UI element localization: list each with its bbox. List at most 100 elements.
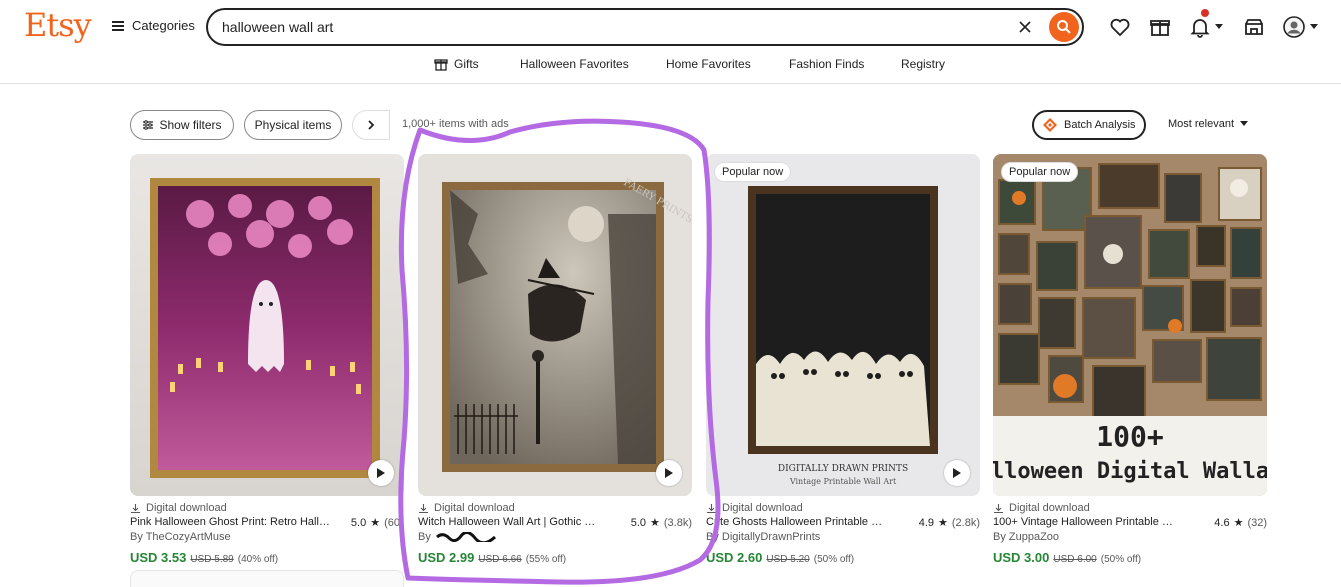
listing-card[interactable]: 100+ Halloween Digital Wallart Popular n…: [993, 154, 1267, 565]
play-video-button[interactable]: [944, 460, 970, 486]
sale-price: USD 2.60: [706, 550, 763, 565]
listing-rating: 4.6 ★ (32): [1214, 516, 1267, 530]
play-icon: [665, 468, 673, 478]
download-icon: [131, 503, 140, 513]
price-row: USD 2.60 USD 5.20 (50% off): [706, 550, 854, 565]
listing-image-ghosts[interactable]: DIGITALLY DRAWN PRINTS Vintage Printable…: [706, 154, 980, 496]
sale-price: USD 3.00: [993, 550, 1050, 565]
star-icon: ★: [650, 517, 660, 529]
listing-rating: 4.9 ★ (2.8k): [918, 516, 980, 530]
search-bar: [206, 8, 1084, 46]
chevron-right-icon: [368, 120, 375, 130]
account-avatar-icon[interactable]: [1282, 15, 1306, 39]
shop-name[interactable]: By ZuppaZoo: [993, 531, 1059, 543]
download-icon: [419, 503, 428, 513]
gift-icon: [434, 59, 448, 71]
batch-analysis-icon: [1043, 118, 1057, 132]
batch-analysis-button[interactable]: Batch Analysis: [1032, 110, 1146, 140]
notification-dot: [1201, 9, 1209, 17]
hamburger-icon: [112, 20, 124, 31]
rating-value: 4.6: [1214, 516, 1230, 529]
favorites-heart-icon[interactable]: [1108, 15, 1132, 39]
search-button[interactable]: [1049, 12, 1079, 42]
notifications-bell-icon[interactable]: [1188, 9, 1212, 39]
digital-download-tag: Digital download: [706, 502, 803, 514]
chevron-down-icon[interactable]: [1310, 24, 1318, 29]
listing-rating: 5.0 ★ (3.8k): [631, 516, 692, 530]
etsy-logo[interactable]: Etsy: [24, 6, 92, 44]
play-video-button[interactable]: [368, 460, 394, 486]
subnav-item-gifts[interactable]: Gifts: [434, 57, 479, 71]
search-icon: [1057, 20, 1071, 34]
shop-manager-icon[interactable]: [1242, 15, 1266, 39]
overlay-title-text: 100+: [1096, 420, 1163, 453]
play-icon: [377, 468, 385, 478]
review-count: (60: [384, 516, 400, 529]
discount-percent: (55% off): [525, 554, 567, 565]
discount-percent: (50% off): [1100, 554, 1142, 565]
digital-download-tag: Digital download: [130, 502, 227, 514]
redacted-shop-scribble: [435, 532, 496, 542]
subnav-item-home-favorites[interactable]: Home Favorites: [666, 57, 751, 71]
gift-icon[interactable]: [1148, 15, 1172, 39]
scroll-chips-right-button[interactable]: [352, 110, 390, 140]
result-count: 1,000+ items with ads: [402, 118, 509, 130]
shop-name[interactable]: By DigitallyDrawnPrints: [706, 531, 820, 543]
original-price: USD 5.89: [190, 554, 234, 565]
listing-title[interactable]: 100+ Vintage Halloween Printable Wall Ar…: [993, 516, 1175, 528]
shop-name[interactable]: By: [418, 531, 497, 543]
physical-items-chip[interactable]: Physical items: [244, 110, 342, 140]
listing-card[interactable]: Digital download Pink Halloween Ghost Pr…: [130, 154, 404, 565]
type-label: Digital download: [722, 502, 803, 514]
site-header: Etsy Categories: [0, 0, 1341, 54]
popular-now-badge: Popular now: [1001, 162, 1079, 182]
original-price: USD 5.20: [766, 554, 810, 565]
subnav-item-halloween-favorites[interactable]: Halloween Favorites: [520, 57, 629, 71]
star-icon: ★: [370, 517, 381, 529]
print-brand-text: DIGITALLY DRAWN PRINTS: [778, 464, 908, 474]
listing-title[interactable]: Cute Ghosts Halloween Printable Wall Art: [706, 516, 886, 528]
play-icon: [953, 468, 961, 478]
discount-percent: (40% off): [237, 554, 279, 565]
subnav-item-fashion-finds[interactable]: Fashion Finds: [789, 57, 864, 71]
subnav-label: Gifts: [454, 57, 479, 71]
listing-rating: 5.0 ★ (60: [350, 516, 400, 530]
shop-name[interactable]: By TheCozyArtMuse: [130, 531, 231, 543]
sale-price: USD 2.99: [418, 550, 475, 565]
type-label: Digital download: [434, 502, 515, 514]
caret-down-icon: [1240, 121, 1249, 126]
category-subnav: Gifts Halloween Favorites Home Favorites…: [0, 54, 1341, 84]
shop-by-label: By: [418, 531, 431, 543]
subnav-item-registry[interactable]: Registry: [901, 57, 945, 71]
show-filters-label: Show filters: [159, 118, 222, 132]
print-subtitle-text: Vintage Printable Wall Art: [789, 477, 897, 486]
categories-button[interactable]: Categories: [112, 18, 195, 33]
search-input[interactable]: [222, 16, 1002, 38]
price-row: USD 3.53 USD 5.89 (40% off): [130, 550, 278, 565]
listing-title[interactable]: Witch Halloween Wall Art | Gothic Hallow…: [418, 516, 600, 528]
next-listing-card-peek: [130, 570, 404, 587]
popular-now-badge: Popular now: [714, 162, 792, 182]
review-count: (32): [1247, 516, 1267, 529]
download-icon: [707, 503, 716, 513]
chevron-down-icon[interactable]: [1215, 24, 1223, 29]
categories-label: Categories: [132, 18, 195, 33]
sort-dropdown[interactable]: Most relevant: [1168, 118, 1249, 130]
listing-title[interactable]: Pink Halloween Ghost Print: Retro Hallow…: [130, 516, 330, 528]
play-video-button[interactable]: [656, 460, 682, 486]
listing-card[interactable]: FAERY PRINTS Digital download Witch Hall…: [418, 154, 692, 565]
overlay-subtitle-text: Halloween Digital Wallart: [993, 459, 1267, 484]
type-label: Digital download: [146, 502, 227, 514]
star-icon: ★: [1233, 517, 1244, 529]
show-filters-button[interactable]: Show filters: [130, 110, 234, 140]
listing-image-witch[interactable]: FAERY PRINTS: [418, 154, 692, 496]
discount-percent: (50% off): [813, 554, 855, 565]
rating-value: 4.9: [918, 516, 934, 529]
original-price: USD 6.00: [1053, 554, 1097, 565]
clear-search-icon[interactable]: [1016, 18, 1034, 36]
rating-value: 5.0: [350, 516, 367, 529]
price-row: USD 3.00 USD 6.00 (50% off): [993, 550, 1141, 565]
listing-image-pink-ghost[interactable]: [130, 154, 404, 496]
listing-card[interactable]: DIGITALLY DRAWN PRINTS Vintage Printable…: [706, 154, 980, 565]
listing-image-gallery-wall[interactable]: 100+ Halloween Digital Wallart Popular n…: [993, 154, 1267, 496]
